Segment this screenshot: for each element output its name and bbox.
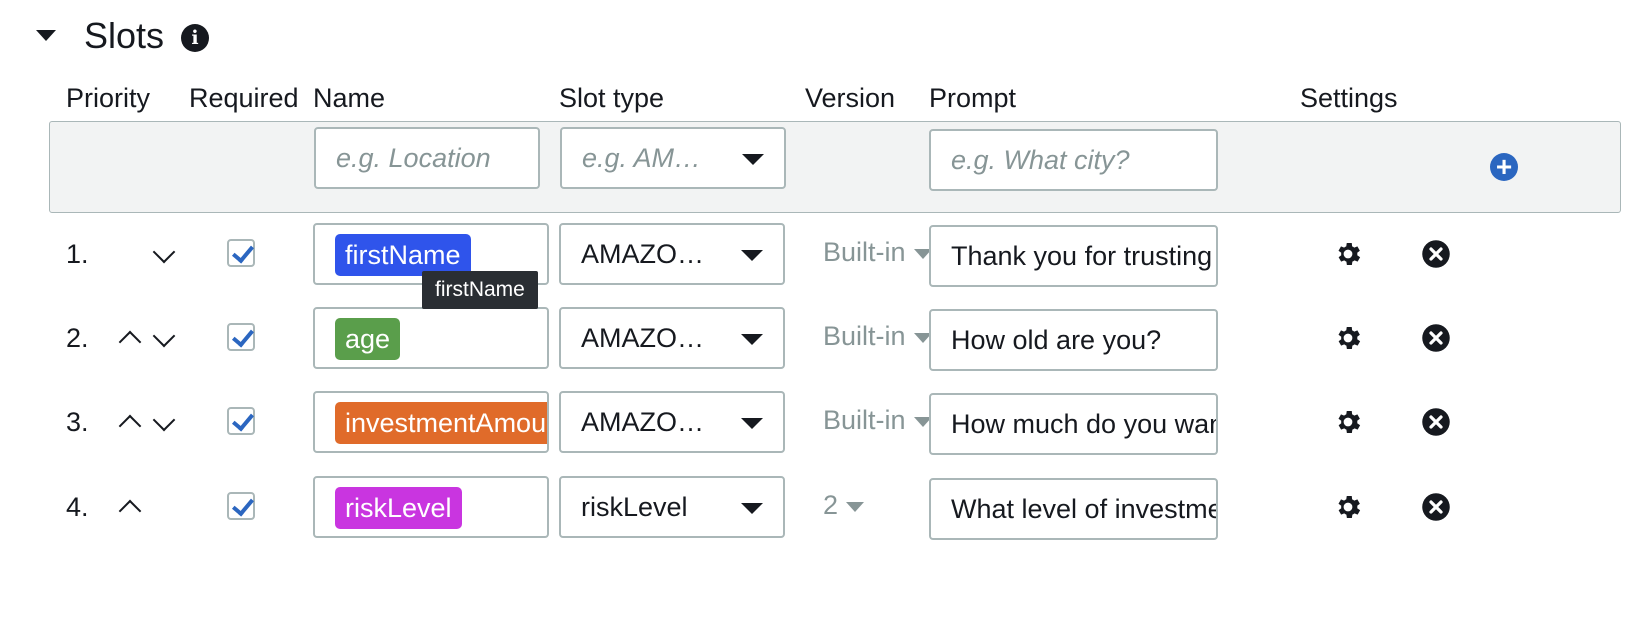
required-checkbox[interactable]	[227, 239, 255, 267]
move-down-icon[interactable]	[152, 240, 176, 264]
slot-prompt-input[interactable]: Thank you for trusting	[929, 225, 1218, 287]
version-value: Built-in	[823, 237, 906, 267]
remove-slot-icon[interactable]	[1421, 323, 1451, 353]
slot-name-chip: investmentAmount	[335, 402, 547, 444]
chevron-down-icon	[741, 250, 763, 261]
column-header-priority: Priority	[66, 83, 151, 113]
remove-slot-icon[interactable]	[1421, 492, 1451, 522]
collapse-caret-icon[interactable]	[36, 30, 56, 41]
remove-slot-icon[interactable]	[1421, 407, 1451, 437]
version-select[interactable]: Built-in	[823, 402, 932, 438]
chevron-down-icon	[741, 418, 763, 429]
version-select[interactable]: 2	[823, 487, 865, 523]
slot-type-select[interactable]: AMAZON.NUMBER	[559, 391, 785, 453]
tooltip: firstName	[422, 271, 538, 309]
move-up-icon[interactable]	[118, 414, 142, 438]
slot-name-chip: firstName	[335, 234, 471, 276]
chevron-down-icon	[741, 503, 763, 514]
gear-icon[interactable]	[1333, 407, 1363, 437]
version-value: Built-in	[823, 405, 906, 435]
gear-icon[interactable]	[1333, 492, 1363, 522]
version-value: 2	[823, 490, 839, 520]
slot-type-select[interactable]: AMAZON.US_FIRST_NAME	[559, 223, 785, 285]
slot-name-field[interactable]: riskLevel	[313, 476, 549, 538]
move-up-icon[interactable]	[118, 499, 142, 523]
slot-prompt-input[interactable]: How old are you?	[929, 309, 1218, 371]
checkmark-icon	[231, 240, 255, 264]
slot-priority: 1.	[66, 239, 89, 269]
version-select[interactable]: Built-in	[823, 318, 932, 354]
section-title: Slots	[84, 15, 165, 56]
column-header-slot-type: Slot type	[559, 83, 665, 113]
slot-priority: 3.	[66, 407, 89, 437]
chevron-down-icon	[741, 334, 763, 345]
move-up-icon[interactable]	[118, 330, 142, 354]
add-slot-icon[interactable]: +	[1490, 153, 1518, 181]
gear-icon[interactable]	[1333, 239, 1363, 269]
column-header-prompt: Prompt	[929, 83, 1017, 113]
slot-type-value: riskLevel	[581, 492, 688, 522]
slot-name-field[interactable]: age	[313, 307, 549, 369]
checkmark-icon	[231, 493, 255, 517]
new-slot-type-select[interactable]: e.g. AMAZON.US_CITY	[560, 127, 786, 189]
version-select[interactable]: Built-in	[823, 234, 932, 270]
move-down-icon[interactable]	[152, 408, 176, 432]
slot-row-3: 3. investmentAmount AMAZON.NUMBER Built-…	[0, 391, 1636, 455]
slot-prompt-input[interactable]: What level of investme	[929, 478, 1218, 540]
required-checkbox[interactable]	[227, 407, 255, 435]
slot-row-1: 1. firstName AMAZON.US_FIRST_NAME Built-…	[0, 223, 1636, 287]
gear-icon[interactable]	[1333, 323, 1363, 353]
new-slot-name-input[interactable]: e.g. Location	[314, 127, 540, 189]
slot-type-select[interactable]: riskLevel	[559, 476, 785, 538]
column-header-settings: Settings	[1300, 83, 1398, 113]
caret-down-icon	[846, 501, 865, 512]
required-checkbox[interactable]	[227, 492, 255, 520]
slot-priority: 2.	[66, 323, 89, 353]
slot-name-chip: riskLevel	[335, 487, 462, 529]
slot-prompt-input[interactable]: How much do you wan	[929, 393, 1218, 455]
info-icon[interactable]: i	[181, 24, 209, 52]
checkmark-icon	[231, 408, 255, 432]
slot-row-4: 4. riskLevel riskLevel 2 What level of i…	[0, 476, 1636, 540]
slot-priority: 4.	[66, 492, 89, 522]
checkmark-icon	[231, 324, 255, 348]
slot-name-chip: age	[335, 318, 401, 360]
column-header-name: Name	[313, 83, 386, 113]
version-value: Built-in	[823, 321, 906, 351]
slot-type-select[interactable]: AMAZON.NUMBER	[559, 307, 785, 369]
column-header-required: Required	[189, 83, 299, 113]
new-slot-row	[49, 121, 1621, 213]
slot-name-field[interactable]: investmentAmount	[313, 391, 549, 453]
required-checkbox[interactable]	[227, 323, 255, 351]
remove-slot-icon[interactable]	[1421, 239, 1451, 269]
column-header-version: Version	[805, 83, 896, 113]
move-down-icon[interactable]	[152, 324, 176, 348]
new-slot-prompt-input[interactable]: e.g. What city?	[929, 129, 1218, 191]
chevron-down-icon	[742, 154, 764, 165]
slot-row-2: 2. age AMAZON.NUMBER Built-in How old ar…	[0, 307, 1636, 371]
